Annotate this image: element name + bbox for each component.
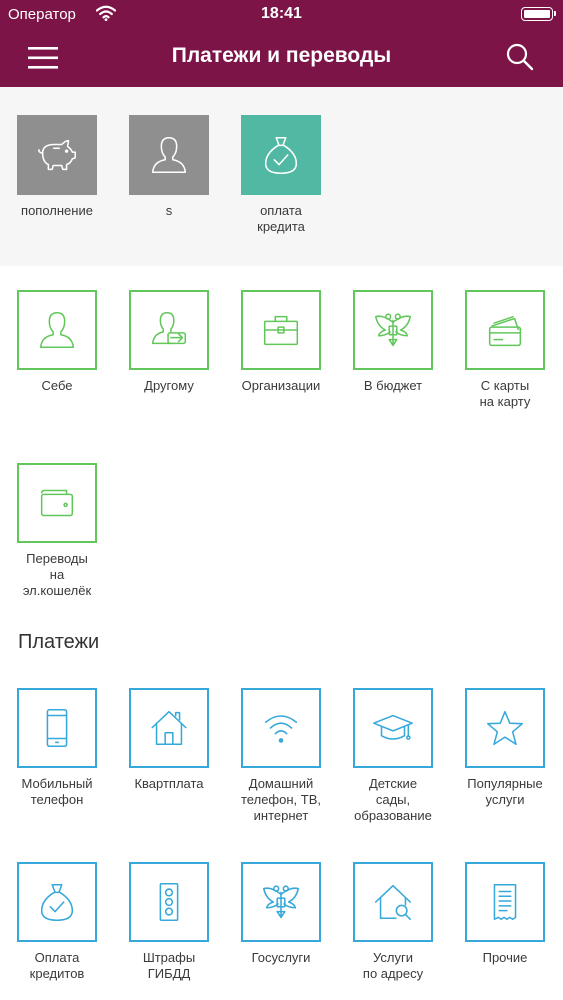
recent-tile-box[interactable] xyxy=(129,115,209,195)
recent-item-label: оплата кредита xyxy=(257,203,305,234)
briefcase-icon xyxy=(263,315,299,346)
transfer-organization[interactable]: Организации xyxy=(225,290,337,394)
payment-tile-box[interactable] xyxy=(17,688,97,768)
recent-item-credit-payment[interactable]: оплата кредита xyxy=(225,115,337,235)
payment-tile-box[interactable] xyxy=(241,862,321,942)
payment-label: Детские сады, образование xyxy=(354,776,432,823)
payment-label: Домашний телефон, ТВ, интернет xyxy=(241,776,321,823)
payment-gosuslugi[interactable]: Госуслуги xyxy=(225,862,337,966)
payment-label: Квартплата xyxy=(134,776,204,791)
recent-tile-box[interactable] xyxy=(17,115,97,195)
person-arrow-icon xyxy=(151,311,187,345)
recent-item-label: пополнение xyxy=(21,203,93,218)
payment-traffic-fines[interactable]: Штрафы ГИБДД xyxy=(113,862,225,982)
battery-icon xyxy=(521,7,556,21)
transfer-tile-box[interactable] xyxy=(17,290,97,370)
payment-tile-box[interactable] xyxy=(465,862,545,942)
payment-label: Мобильный телефон xyxy=(21,776,93,807)
payment-rent[interactable]: Квартплата xyxy=(113,688,225,792)
person-icon xyxy=(151,136,187,174)
cards-icon xyxy=(488,315,522,347)
piggy-bank-icon xyxy=(38,139,76,171)
transfer-self[interactable]: Себе xyxy=(1,290,113,394)
payment-home-phone-tv-internet[interactable]: Домашний телефон, ТВ, интернет xyxy=(225,688,337,824)
payment-label: Услуги по адресу xyxy=(362,950,424,981)
eagle-emblem-icon xyxy=(262,885,300,919)
transfer-budget[interactable]: В бюджет xyxy=(337,290,449,394)
payment-loans[interactable]: Оплата кредитов xyxy=(1,862,113,982)
receipt-icon xyxy=(493,883,517,921)
transfer-tile-box[interactable] xyxy=(353,290,433,370)
payment-label: Штрафы ГИБДД xyxy=(142,950,196,981)
payments-section-title: Платежи xyxy=(18,631,100,653)
wifi-icon xyxy=(264,715,298,743)
payment-kindergarten-education[interactable]: Детские сады, образование xyxy=(337,688,449,824)
recent-tile-box[interactable] xyxy=(241,115,321,195)
payment-popular-services[interactable]: Популярные услуги xyxy=(449,688,561,808)
transfer-tile-box[interactable] xyxy=(129,290,209,370)
payment-tile-box[interactable] xyxy=(129,862,209,942)
payment-services-by-address[interactable]: Услуги по адресу xyxy=(337,862,449,982)
person-icon xyxy=(39,311,75,349)
money-bag-check-icon xyxy=(40,883,74,921)
transfer-other[interactable]: Другому xyxy=(113,290,225,394)
payment-tile-box[interactable] xyxy=(465,688,545,768)
payment-label: Оплата кредитов xyxy=(29,950,85,981)
transfer-label: Организации xyxy=(241,378,321,393)
recent-item-label: s xyxy=(165,203,173,218)
wallet-icon xyxy=(40,489,74,517)
house-icon xyxy=(151,710,187,746)
transfer-label: Себе xyxy=(41,378,73,393)
recent-item-topup[interactable]: пополнение xyxy=(1,115,113,219)
payment-tile-box[interactable] xyxy=(353,688,433,768)
payment-tile-box[interactable] xyxy=(17,862,97,942)
transfer-label: В бюджет xyxy=(363,378,423,393)
transfer-label: Другому xyxy=(144,378,194,393)
payment-tile-box[interactable] xyxy=(241,688,321,768)
graduation-cap-icon xyxy=(373,714,413,740)
payment-label: Прочие xyxy=(482,950,528,965)
status-bar: Оператор 18:41 xyxy=(0,0,563,30)
transfer-tile-box[interactable] xyxy=(17,463,97,543)
payment-mobile[interactable]: Мобильный телефон xyxy=(1,688,113,808)
mobile-phone-icon xyxy=(46,709,68,747)
recent-item-s[interactable]: s xyxy=(113,115,225,219)
payment-label: Госуслуги xyxy=(251,950,311,965)
nav-bar: Платежи и переводы xyxy=(0,30,563,87)
transfer-tile-box[interactable] xyxy=(241,290,321,370)
search-icon[interactable] xyxy=(505,42,535,72)
payment-label: Популярные услуги xyxy=(467,776,543,807)
money-bag-check-icon xyxy=(264,136,298,174)
traffic-light-icon xyxy=(159,883,179,921)
star-icon xyxy=(486,710,524,746)
eagle-emblem-icon xyxy=(374,313,412,347)
payment-tile-box[interactable] xyxy=(353,862,433,942)
house-search-icon xyxy=(374,884,412,921)
transfer-label: Переводы на эл.кошелёк xyxy=(22,551,92,598)
payment-other[interactable]: Прочие xyxy=(449,862,561,966)
payment-tile-box[interactable] xyxy=(129,688,209,768)
clock: 18:41 xyxy=(261,5,302,22)
page-title: Платежи и переводы xyxy=(171,44,392,67)
transfer-card-to-card[interactable]: С карты на карту xyxy=(449,290,561,410)
transfer-e-wallet[interactable]: Переводы на эл.кошелёк xyxy=(1,463,113,599)
transfer-tile-box[interactable] xyxy=(465,290,545,370)
transfer-label: С карты на карту xyxy=(479,378,531,409)
